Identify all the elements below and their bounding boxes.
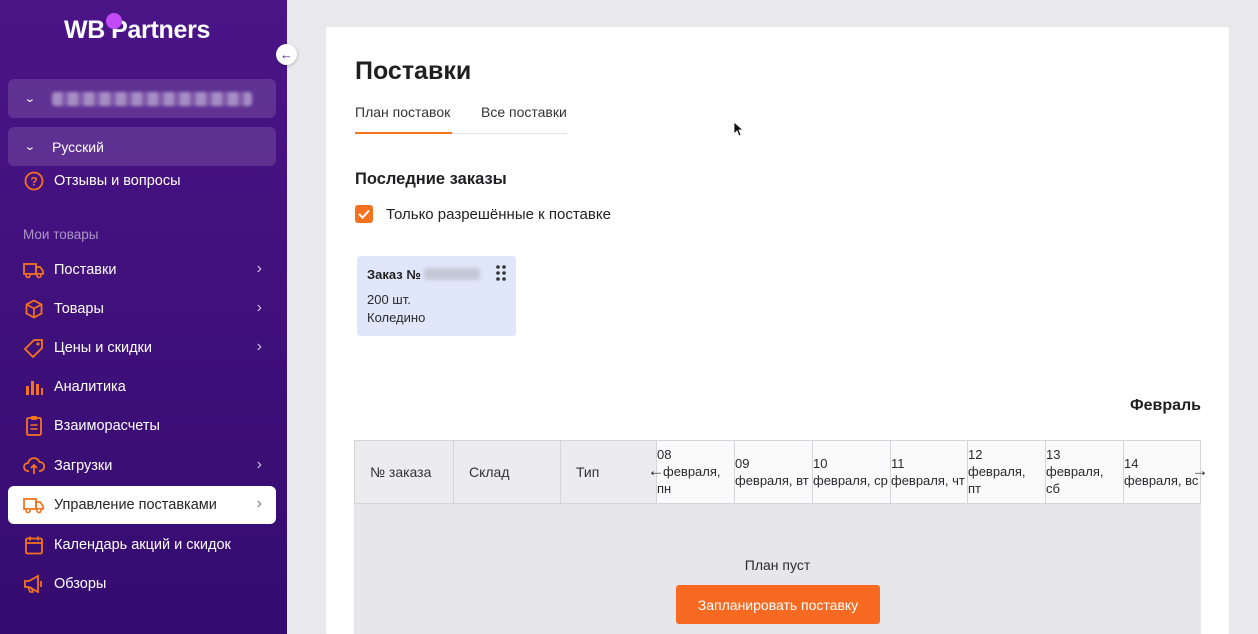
sidebar-item-uploads[interactable]: Загрузки › [8, 447, 276, 485]
sidebar-item-label: Поставки [54, 262, 117, 278]
empty-plan-text: План пуст [744, 557, 811, 573]
sidebar-item-label: Управление поставками [54, 497, 217, 513]
schedule-supply-button[interactable]: Запланировать поставку [676, 585, 880, 624]
date-column: 10 февраля, ср [813, 441, 891, 503]
sidebar-item-promo-calendar[interactable]: Календарь акций и скидок [8, 526, 276, 564]
clipboard-icon [22, 414, 46, 438]
mouse-cursor-icon [733, 121, 743, 137]
section-label-my-products: Мои товары [23, 227, 99, 242]
wb-partners-logo[interactable]: WB Partners [64, 13, 211, 45]
megaphone-icon [22, 572, 46, 596]
date-month: февраля, чт [891, 473, 965, 488]
truck-icon [22, 258, 46, 282]
main-content: Поставки План поставок Все поставки Посл… [326, 27, 1229, 634]
column-header-type: Тип [561, 441, 657, 503]
chevron-right-icon: › [256, 299, 262, 316]
date-weekday: пт [968, 481, 981, 496]
order-number-redacted [424, 268, 480, 280]
date-weekday: сб [1046, 481, 1060, 496]
chevron-down-icon: ⌄ [23, 93, 36, 105]
sidebar-item-reviews[interactable]: ? Отзывы и вопросы [8, 162, 276, 200]
arrow-right-icon[interactable]: → [1189, 459, 1211, 483]
svg-text:?: ? [30, 175, 37, 189]
sidebar-item-reviews-overview[interactable]: Обзоры [8, 565, 276, 603]
account-name-redacted [52, 91, 252, 106]
cloud-upload-icon [22, 454, 46, 478]
chevron-right-icon: › [256, 456, 262, 473]
order-warehouse: Коледино [367, 310, 426, 325]
sidebar-item-supplies[interactable]: Поставки › [8, 251, 276, 289]
language-label: Русский [52, 138, 104, 155]
drag-handle-icon[interactable] [494, 264, 508, 282]
date-column: 12 февраля, пт [968, 441, 1046, 503]
date-weekday: пн [657, 481, 672, 496]
supply-plan-table: № заказа Склад Тип 08 февраля, пн 09 фев… [354, 440, 1209, 634]
sidebar-item-label: Календарь акций и скидок [54, 537, 231, 553]
account-dropdown[interactable]: ⌄ [8, 79, 276, 118]
order-quantity: 200 шт. [367, 292, 411, 307]
order-title: Заказ № [367, 267, 421, 282]
question-circle-icon: ? [22, 169, 46, 193]
date-day: 09 [735, 456, 750, 471]
chevron-right-icon: › [256, 338, 262, 355]
logo-wb: WB [64, 16, 106, 44]
column-header-order-number: № заказа [355, 441, 454, 503]
date-column: 08 февраля, пн [657, 441, 735, 503]
sidebar-item-products[interactable]: Товары › [8, 290, 276, 328]
checkmark-icon [358, 209, 370, 219]
sidebar-item-settlements[interactable]: Взаиморасчеты [8, 407, 276, 445]
sidebar-item-label: Загрузки [54, 458, 113, 474]
date-column: 13 февраля, сб [1046, 441, 1124, 503]
sidebar-item-label: Взаиморасчеты [54, 418, 160, 434]
section-title-recent-orders: Последние заказы [355, 170, 507, 188]
sidebar-item-label: Цены и скидки [54, 340, 152, 356]
column-header-warehouse: Склад [454, 441, 561, 503]
chevron-right-icon: › [256, 260, 262, 277]
sidebar-item-label: Аналитика [54, 379, 126, 395]
allowed-only-filter: Только разрешённые к поставке [355, 205, 611, 223]
date-day: 08 [657, 447, 672, 462]
sidebar-item-label: Обзоры [54, 576, 107, 592]
language-dropdown[interactable]: ⌄ Русский [8, 127, 276, 166]
date-day: 12 [968, 447, 983, 462]
sidebar-item-label: Отзывы и вопросы [54, 173, 181, 189]
sidebar-item-label: Товары [54, 301, 104, 317]
date-month: февраля, [663, 464, 721, 479]
box-icon [22, 297, 46, 321]
page-title: Поставки [355, 57, 472, 85]
tab-all-supplies[interactable]: Все поставки [481, 104, 567, 120]
chevron-down-icon: ⌄ [23, 141, 36, 153]
chevron-right-icon: › [256, 495, 262, 512]
date-column: 09 февраля, вт [735, 441, 813, 503]
bar-chart-icon [22, 375, 46, 399]
tabs: План поставок Все поставки [355, 103, 567, 134]
date-column: 11 февраля, чт [891, 441, 968, 503]
logo-dot-icon [106, 13, 122, 29]
arrow-left-icon: ← [280, 47, 293, 62]
date-month: февраля, вт [735, 473, 809, 488]
tag-icon [22, 336, 46, 360]
date-day: 11 [891, 456, 905, 471]
sidebar-item-prices[interactable]: Цены и скидки › [8, 329, 276, 367]
tab-supply-plan[interactable]: План поставок [355, 104, 450, 120]
order-card[interactable]: Заказ № 200 шт. Коледино [357, 256, 516, 336]
arrow-left-icon[interactable]: ← [645, 459, 667, 483]
date-month: февраля, [1046, 464, 1104, 479]
sidebar-item-analytics[interactable]: Аналитика [8, 368, 276, 406]
active-tab-indicator [355, 132, 452, 134]
date-month: февраля, ср [813, 473, 888, 488]
month-label: Февраль [1129, 397, 1201, 414]
table-header: № заказа Склад Тип 08 февраля, пн 09 фев… [354, 440, 1209, 504]
collapse-sidebar-button[interactable]: ← [276, 44, 297, 65]
date-day: 10 [813, 456, 828, 471]
sidebar-item-supply-management[interactable]: Управление поставками › [8, 486, 276, 524]
sidebar: WB Partners ⌄ ⌄ Русский ? Отзывы и вопрос… [0, 0, 287, 634]
logo-partners: Partners [111, 16, 211, 44]
checkbox-label: Только разрешённые к поставке [386, 205, 611, 223]
allowed-only-checkbox[interactable] [355, 205, 373, 223]
truck-icon [22, 493, 46, 517]
date-month: февраля, [968, 464, 1026, 479]
calendar-icon [22, 533, 46, 557]
date-day: 13 [1046, 447, 1061, 462]
